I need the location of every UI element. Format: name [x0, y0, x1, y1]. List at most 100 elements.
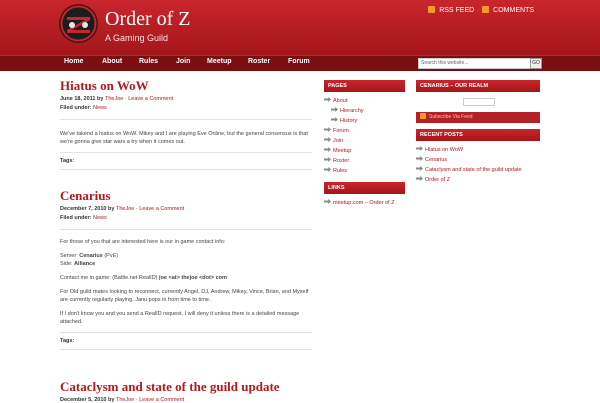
rss-icon [428, 6, 436, 13]
list-item-label: Join [333, 138, 344, 144]
arrow-bullet-icon [324, 97, 331, 102]
post-body: We've takend a hiatus on WoW. Mikey and … [60, 131, 308, 145]
arrow-bullet-icon [324, 137, 331, 142]
search-input[interactable]: Search this website... [418, 58, 532, 69]
page-link[interactable]: History [324, 116, 405, 126]
recent-post-link[interactable]: Hiatus on WoW [416, 145, 540, 155]
side-value: Alliance [74, 261, 96, 267]
list-item-label: Cenarius [425, 157, 448, 163]
external-link[interactable]: meetup.com – Order of Z [324, 198, 405, 208]
pages-list: About Hierarchy History Forum Join Meetup Rost… [324, 96, 405, 176]
page-link[interactable]: Meetup [324, 146, 405, 156]
nav-item-forum[interactable]: Forum [288, 58, 310, 65]
links-list: meetup.com – Order of Z [324, 198, 405, 208]
list-item-label: Cataclysm and state of the guild update [425, 167, 522, 173]
site-title[interactable]: Order of Z [105, 8, 191, 31]
recent-post-link[interactable]: Order of Z [416, 175, 540, 185]
rss-feed-link[interactable]: RSS FEED [439, 7, 474, 14]
nav-item-join[interactable]: Join [176, 58, 190, 65]
post-title[interactable]: Hiatus on WoW [60, 78, 312, 94]
leave-comment-link[interactable]: Leave a Comment [139, 206, 184, 212]
list-item-label: Hierarchy [340, 108, 364, 114]
category-link[interactable]: News [93, 105, 107, 111]
post-title[interactable]: Cataclysm and state of the guild update [60, 379, 312, 395]
realm-status-widget [463, 98, 495, 106]
post-meta: June 18, 2011 by TheJoe · Leave a Commen… [60, 96, 312, 102]
arrow-bullet-icon [416, 156, 423, 161]
search-go-button[interactable]: GO [530, 58, 542, 69]
divider [60, 332, 312, 333]
pages-heading: PAGES [324, 80, 405, 92]
nav-item-home[interactable]: Home [64, 58, 83, 65]
post-filed-under: Filed under: News [60, 105, 312, 111]
leave-comment-link[interactable]: Leave a Comment [128, 96, 173, 102]
page-link[interactable]: Rules [324, 166, 405, 176]
list-item-label: About [333, 98, 348, 104]
post-hiatus: Hiatus on WoW June 18, 2011 by TheJoe · … [60, 78, 312, 170]
subscribe-label: Subscribe Via Feed [429, 114, 473, 120]
arrow-bullet-icon [331, 117, 338, 122]
comments-feed-link[interactable]: COMMENTS [493, 7, 534, 14]
side-label: Side: [60, 261, 73, 267]
rss-icon [420, 113, 426, 119]
post-title[interactable]: Cenarius [60, 188, 312, 204]
guild-logo[interactable] [60, 5, 97, 42]
filed-under-label: Filed under: [60, 215, 92, 221]
post-by: by [97, 96, 104, 102]
post-tags: Tags: [60, 158, 75, 164]
page-link[interactable]: About [324, 96, 405, 106]
post-date: December 5, 2010 [60, 397, 107, 403]
list-item-label: Forum [333, 128, 349, 134]
post-meta: December 7, 2010 by TheJoe · Leave a Com… [60, 206, 312, 212]
list-item-label: Hiatus on WoW [425, 147, 464, 153]
page-link[interactable]: Join [324, 136, 405, 146]
site-description: A Gaming Guild [105, 33, 169, 43]
top-feed-links: RSS FEED COMMENTS [428, 6, 540, 14]
category-link[interactable]: News [93, 215, 107, 221]
post-by: by [108, 206, 115, 212]
site-header: Order of Z A Gaming Guild RSS FEED COMME… [0, 0, 600, 55]
page-link[interactable]: Roster [324, 156, 405, 166]
sidebar-left: PAGES About Hierarchy History Forum Join Meet… [324, 80, 405, 214]
server-name: Cenarius [79, 253, 103, 259]
post-author-link[interactable]: TheJoe [116, 206, 134, 212]
nav-item-roster[interactable]: Roster [248, 58, 270, 65]
leave-comment-link[interactable]: Leave a Comment [139, 397, 184, 403]
post-intro: For those of you that are interested her… [60, 239, 226, 245]
recent-post-link[interactable]: Cataclysm and state of the guild update [416, 165, 540, 175]
list-item-label: meetup.com – Order of Z [333, 200, 395, 206]
list-item-label: History [340, 118, 358, 124]
page-link[interactable]: Forum [324, 126, 405, 136]
divider [60, 152, 312, 153]
contact-line: Contact me in game: (Battle.net RealID) … [60, 274, 312, 282]
recent-posts-list: Hiatus on WoW Cenarius Cataclysm and state… [416, 145, 540, 185]
subscribe-feed-button[interactable]: Subscribe Via Feed [416, 112, 540, 123]
recent-post-link[interactable]: Cenarius [416, 155, 540, 165]
old-guild-text: For Old guild mates looking to reconnect… [60, 289, 309, 303]
divider [60, 169, 312, 170]
nav-item-about[interactable]: About [102, 58, 122, 65]
post-date: June 18, 2011 [60, 96, 96, 102]
post-tags: Tags: [60, 338, 75, 344]
post-author-link[interactable]: TheJoe [105, 96, 123, 102]
post-date: December 7, 2010 [60, 206, 107, 212]
arrow-bullet-icon [324, 127, 331, 132]
logo-emblem-icon [60, 5, 97, 42]
rss-icon [482, 6, 490, 13]
arrow-bullet-icon [324, 199, 331, 204]
list-item-label: Meetup [333, 148, 352, 154]
post-author-link[interactable]: TheJoe [116, 397, 134, 403]
arrow-bullet-icon [331, 107, 338, 112]
list-item-label: Order of Z [425, 177, 451, 183]
nav-item-meetup[interactable]: Meetup [207, 58, 232, 65]
page-link[interactable]: Hierarchy [324, 106, 405, 116]
server-type: (PvE) [104, 253, 119, 259]
post-meta-sep: · [135, 397, 138, 403]
sidebar-right: CENARIUS – OUR REALM Subscribe Via Feed … [416, 80, 540, 191]
server-label: Server: [60, 253, 78, 259]
links-heading: LINKS [324, 182, 405, 194]
nav-item-rules[interactable]: Rules [139, 58, 158, 65]
post-meta-sep: · [124, 96, 127, 102]
arrow-bullet-icon [416, 166, 423, 171]
arrow-bullet-icon [324, 167, 331, 172]
